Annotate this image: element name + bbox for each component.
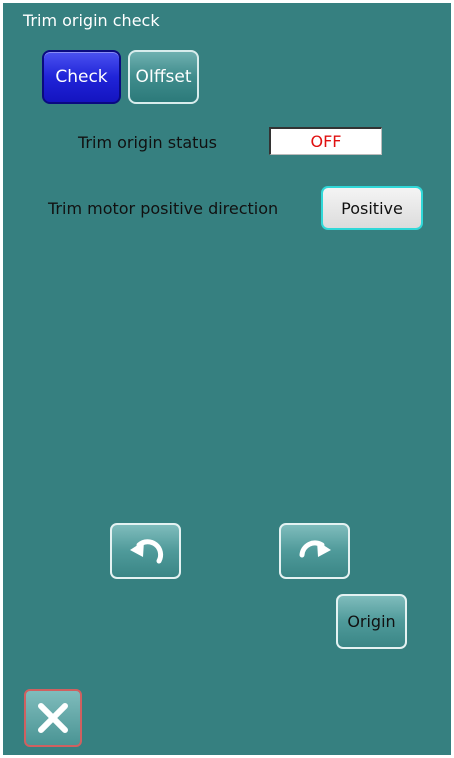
rotate-counterclockwise-icon — [129, 539, 163, 564]
close-icon — [38, 703, 68, 733]
screen: Trim origin check Check OIffset Trim ori… — [3, 3, 451, 755]
motor-direction-label: Trim motor positive direction — [48, 199, 279, 218]
trim-origin-status-value: OFF — [269, 127, 382, 155]
origin-button[interactable]: Origin — [336, 594, 407, 649]
rotate-left-button[interactable] — [110, 523, 181, 579]
rotate-right-button[interactable] — [279, 523, 350, 579]
tab-offset[interactable]: OIffset — [128, 50, 199, 104]
rotate-clockwise-icon — [299, 540, 331, 558]
page-title: Trim origin check — [23, 11, 160, 30]
tab-check[interactable]: Check — [42, 50, 121, 104]
close-button[interactable] — [24, 689, 82, 747]
positive-direction-button[interactable]: Positive — [321, 186, 423, 230]
trim-origin-status-label: Trim origin status — [78, 133, 217, 152]
